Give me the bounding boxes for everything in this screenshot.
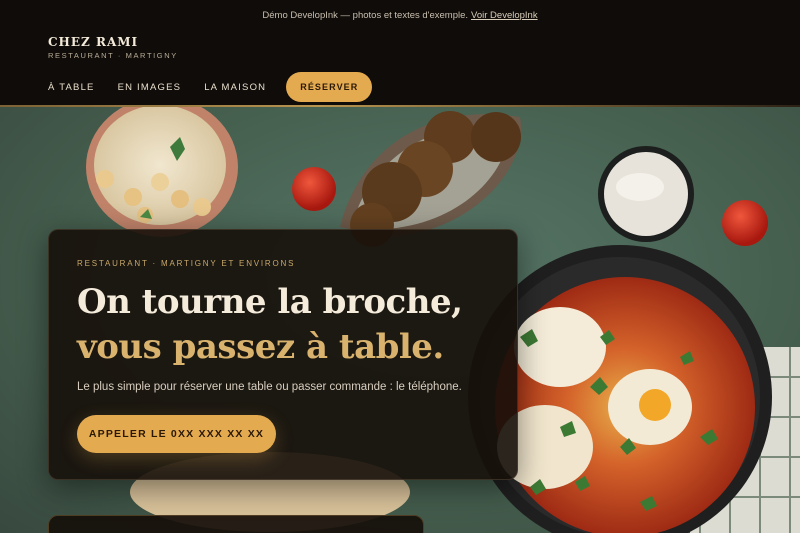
demo-banner-text: Démo DevelopInk — photos et textes d'exe… <box>262 9 469 21</box>
nav-link-la-maison[interactable]: LA MAISON <box>204 82 269 106</box>
call-button[interactable]: APPELER LE 0XX XXX XX XX <box>77 415 276 453</box>
hummus-bowl <box>86 107 238 237</box>
nav-link-a-table[interactable]: À TABLE <box>48 82 95 93</box>
hero-headline-line1: On tourne la broche, <box>77 282 463 322</box>
hero-card: RESTAURANT · MARTIGNY ET ENVIRONS On tou… <box>48 229 518 480</box>
tomato <box>722 200 768 246</box>
falafel-plate <box>340 111 522 247</box>
yogurt-bowl <box>598 146 694 242</box>
site-header: CHEZ RAMI RESTAURANT · MARTIGNY À TABLE … <box>0 30 800 106</box>
brand-logo[interactable]: CHEZ RAMI RESTAURANT · MARTIGNY <box>48 35 178 60</box>
demo-banner: Démo DevelopInk — photos et textes d'exe… <box>0 0 800 30</box>
demo-banner-link[interactable]: Voir DevelopInk <box>471 10 538 21</box>
secondary-card <box>48 515 424 533</box>
hero-headline-line2: vous passez à table. <box>77 327 444 367</box>
reserve-button[interactable]: RÉSERVER <box>286 72 373 102</box>
hero-lede: Le plus simple pour réserver une table o… <box>77 381 462 393</box>
main-nav: À TABLE EN IMAGES LA MAISON RÉSERVER <box>48 72 373 106</box>
brand-name: CHEZ RAMI <box>48 35 139 49</box>
tomato <box>292 167 336 211</box>
brand-subtitle: RESTAURANT · MARTIGNY <box>48 51 178 60</box>
hero-eyebrow: RESTAURANT · MARTIGNY ET ENVIRONS <box>77 259 296 268</box>
hero-headline: On tourne la broche, vous passez à table… <box>77 280 463 370</box>
nav-link-en-images[interactable]: EN IMAGES <box>118 82 182 93</box>
